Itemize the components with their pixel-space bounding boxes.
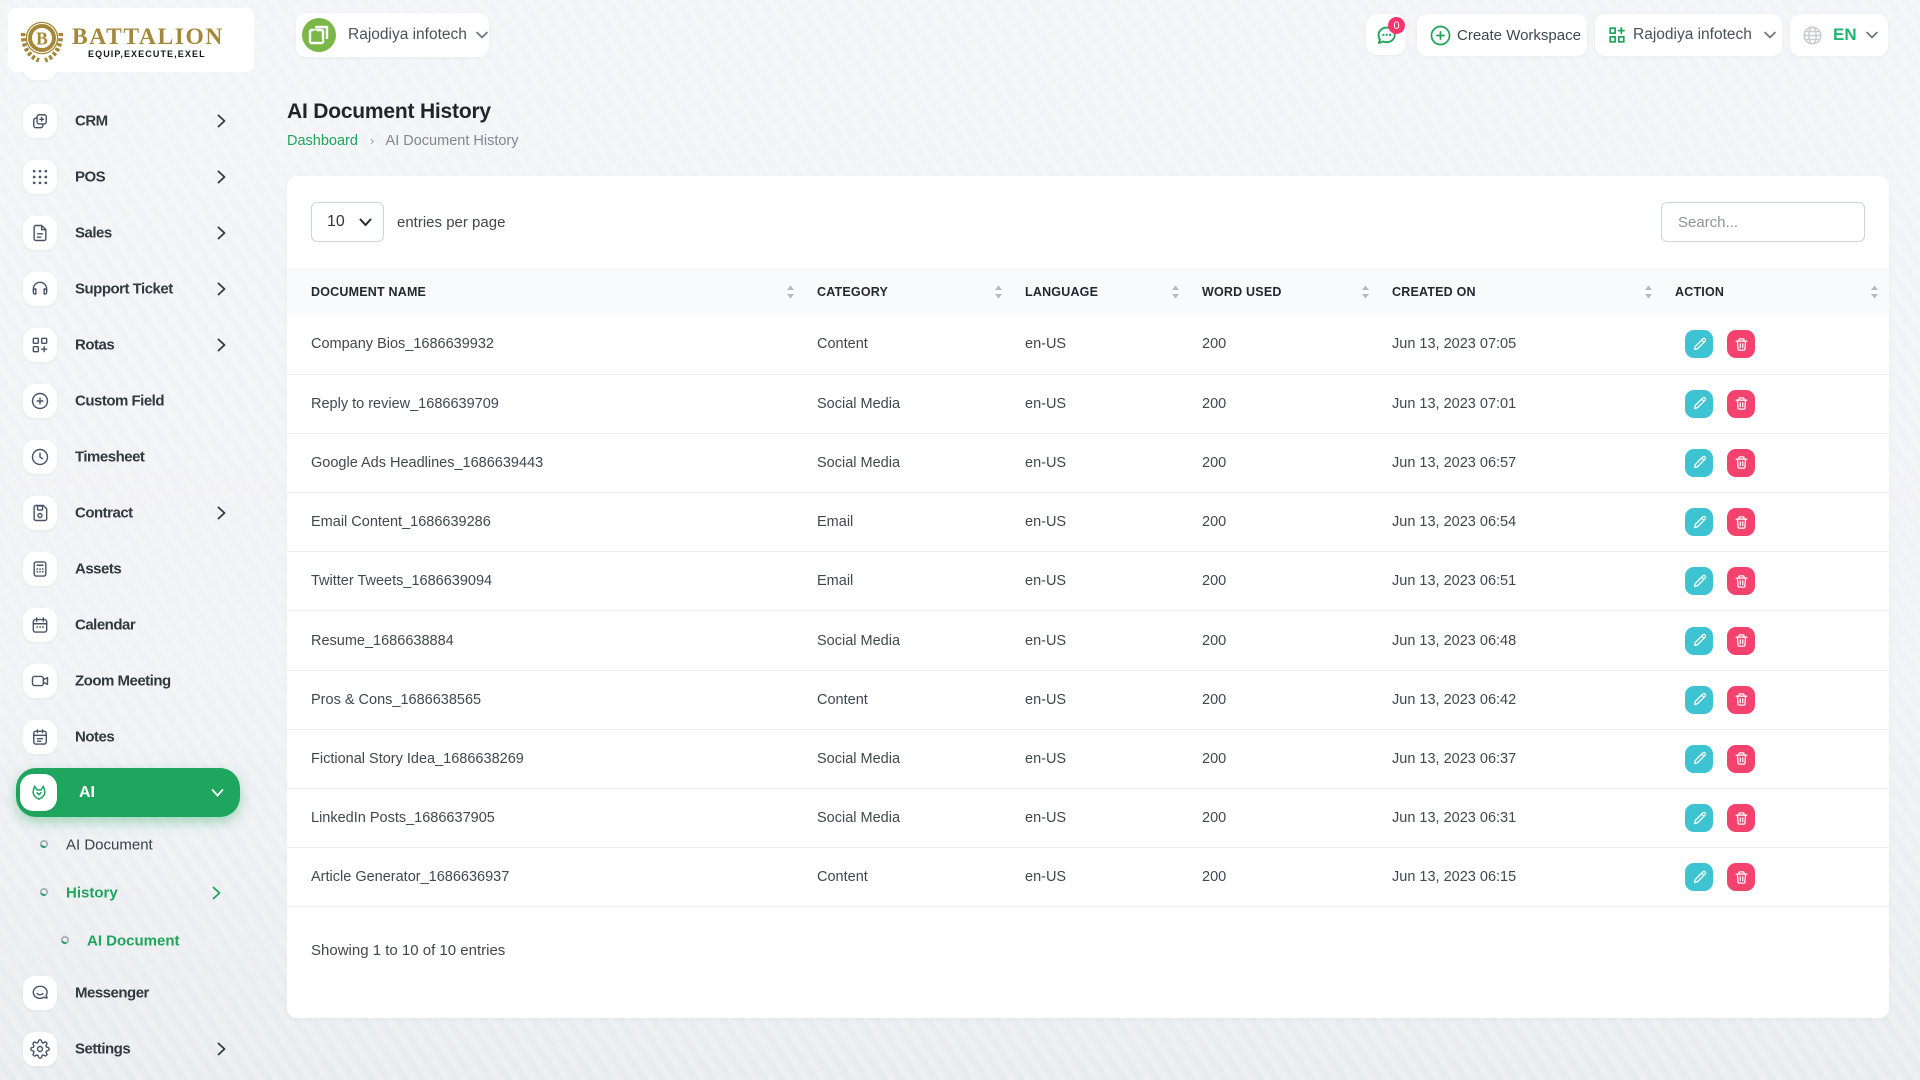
svg-text:B: B — [36, 29, 48, 49]
